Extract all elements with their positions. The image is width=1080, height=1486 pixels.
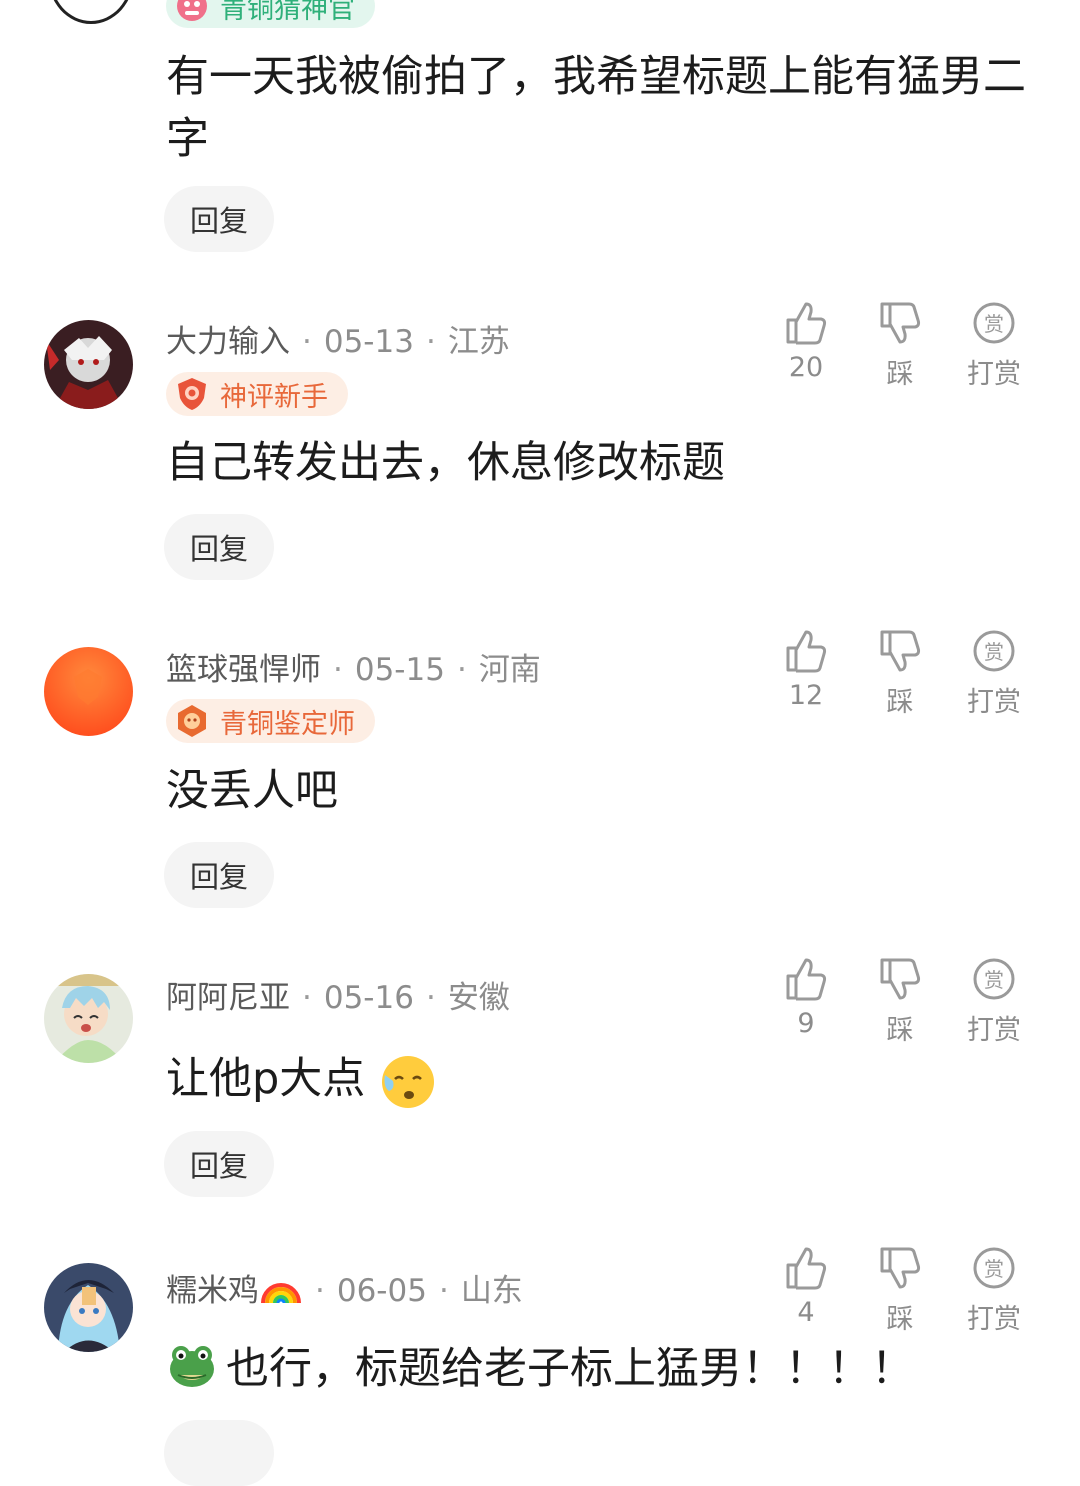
hexagon-badge-icon	[178, 705, 206, 737]
comment-date: 05-13	[323, 324, 414, 360]
user-badge: 神评新手	[166, 372, 348, 416]
reply-button[interactable]: 回复	[164, 1131, 274, 1197]
comment-meta: 篮球强悍师 · 05-15 · 河南	[166, 650, 541, 690]
reward-coin-icon: 赏	[973, 958, 1015, 1000]
comment-text: 也行，标题给老子标上猛男！！！！	[166, 1338, 1046, 1400]
avatar-partial[interactable]	[48, 0, 134, 24]
frog-sticker-icon	[170, 1346, 214, 1387]
reward-label: 打赏	[967, 1015, 1021, 1046]
separator-dot: ·	[302, 980, 312, 1016]
comment-location: 山东	[460, 1273, 523, 1309]
comment-text: 让他p大点	[166, 1048, 1046, 1111]
dislike-button[interactable]: 踩	[860, 628, 940, 719]
svg-text:赏: 赏	[984, 312, 1004, 336]
dislike-button[interactable]: 踩	[860, 1245, 940, 1336]
comment-text-content: 也行，标题给老子标上猛男！！！！	[226, 1344, 914, 1394]
separator-dot: ·	[425, 324, 436, 360]
dislike-label: 踩	[886, 687, 914, 718]
sleepy-face-emoji-icon	[381, 1055, 434, 1108]
reward-coin-icon: 赏	[973, 1247, 1015, 1289]
comment-text-content: 让他p大点	[166, 1054, 366, 1104]
reply-button[interactable]: 回复	[164, 514, 274, 580]
avatar[interactable]	[44, 1263, 133, 1352]
username[interactable]: 阿阿尼亚	[166, 980, 290, 1016]
like-count: 20	[788, 352, 824, 383]
user-badge: 青铜鉴定师	[166, 699, 375, 743]
reply-button[interactable]: 回复	[164, 842, 274, 908]
separator-dot: ·	[315, 1273, 325, 1309]
reward-label: 打赏	[967, 687, 1021, 718]
svg-text:赏: 赏	[984, 640, 1004, 664]
username[interactable]: 篮球强悍师	[166, 652, 321, 688]
thumbs-up-icon	[786, 302, 827, 345]
like-button[interactable]: 12	[766, 628, 846, 711]
separator-dot: ·	[438, 1273, 449, 1309]
dislike-label: 踩	[886, 359, 914, 390]
separator-dot: ·	[333, 652, 343, 688]
shield-badge-icon	[178, 378, 206, 410]
comment-date: 06-05	[336, 1273, 427, 1309]
comment-meta: 大力输入 · 05-13 · 江苏	[166, 322, 510, 362]
thumbs-up-icon	[786, 1247, 827, 1290]
reply-button[interactable]: 回复	[164, 186, 274, 252]
like-count: 4	[797, 1297, 815, 1328]
separator-dot: ·	[302, 324, 312, 360]
dislike-label: 踩	[886, 1015, 914, 1046]
reply-button[interactable]	[164, 1420, 274, 1486]
reward-label: 打赏	[967, 359, 1021, 390]
reward-button[interactable]: 赏 打赏	[954, 1245, 1034, 1336]
comment-meta: 糯米鸡 · 06-05 · 山东	[166, 1267, 523, 1311]
avatar[interactable]	[44, 974, 133, 1063]
separator-dot: ·	[425, 980, 436, 1016]
reward-button[interactable]: 赏 打赏	[954, 300, 1034, 391]
comment-location: 安徽	[447, 980, 510, 1016]
avatar[interactable]	[44, 320, 133, 409]
user-badge: 青铜猜神官	[166, 0, 375, 28]
like-count: 9	[797, 1008, 815, 1039]
like-button[interactable]: 4	[766, 1245, 846, 1328]
rainbow-emoji-icon	[261, 1283, 301, 1304]
comment-date: 05-15	[354, 652, 445, 688]
dislike-label: 踩	[886, 1304, 914, 1335]
thumbs-down-icon	[880, 958, 921, 1000]
thumbs-down-icon	[880, 1247, 921, 1289]
thumbs-up-icon	[786, 958, 827, 1001]
like-button[interactable]: 20	[766, 300, 846, 383]
badge-label: 青铜猜神官	[220, 0, 355, 25]
comment-location: 河南	[478, 652, 541, 688]
svg-text:赏: 赏	[984, 968, 1004, 992]
comment-location: 江苏	[447, 324, 510, 360]
badge-label: 神评新手	[220, 381, 328, 413]
comment-text: 有一天我被偷拍了，我希望标题上能有猛男二字	[166, 52, 1026, 164]
thumbs-down-icon	[880, 630, 921, 672]
reward-label: 打赏	[967, 1304, 1021, 1335]
badge-label: 青铜鉴定师	[220, 708, 355, 740]
like-count: 12	[788, 680, 824, 711]
username[interactable]: 糯米鸡	[166, 1273, 259, 1309]
separator-dot: ·	[456, 652, 467, 688]
comment-top: 青铜猜神官 有一天我被偷拍了，我希望标题上能有猛男二字 回复	[0, 0, 1080, 280]
username[interactable]: 大力输入	[166, 324, 290, 360]
thumbs-up-icon	[786, 630, 827, 673]
badge-icon	[177, 0, 207, 21]
thumbs-down-icon	[880, 302, 921, 344]
reward-button[interactable]: 赏 打赏	[954, 628, 1034, 719]
comment-date: 05-16	[323, 980, 414, 1016]
comment-text: 没丢人吧	[166, 766, 338, 816]
dislike-button[interactable]: 踩	[860, 300, 940, 391]
comment-meta: 阿阿尼亚 · 05-16 · 安徽	[166, 978, 510, 1018]
reward-coin-icon: 赏	[973, 302, 1015, 344]
svg-text:赏: 赏	[984, 1257, 1004, 1281]
reward-button[interactable]: 赏 打赏	[954, 956, 1034, 1047]
avatar[interactable]	[44, 647, 133, 736]
reward-coin-icon: 赏	[973, 630, 1015, 672]
comment-text: 自己转发出去，休息修改标题	[166, 438, 725, 488]
dislike-button[interactable]: 踩	[860, 956, 940, 1047]
like-button[interactable]: 9	[766, 956, 846, 1039]
